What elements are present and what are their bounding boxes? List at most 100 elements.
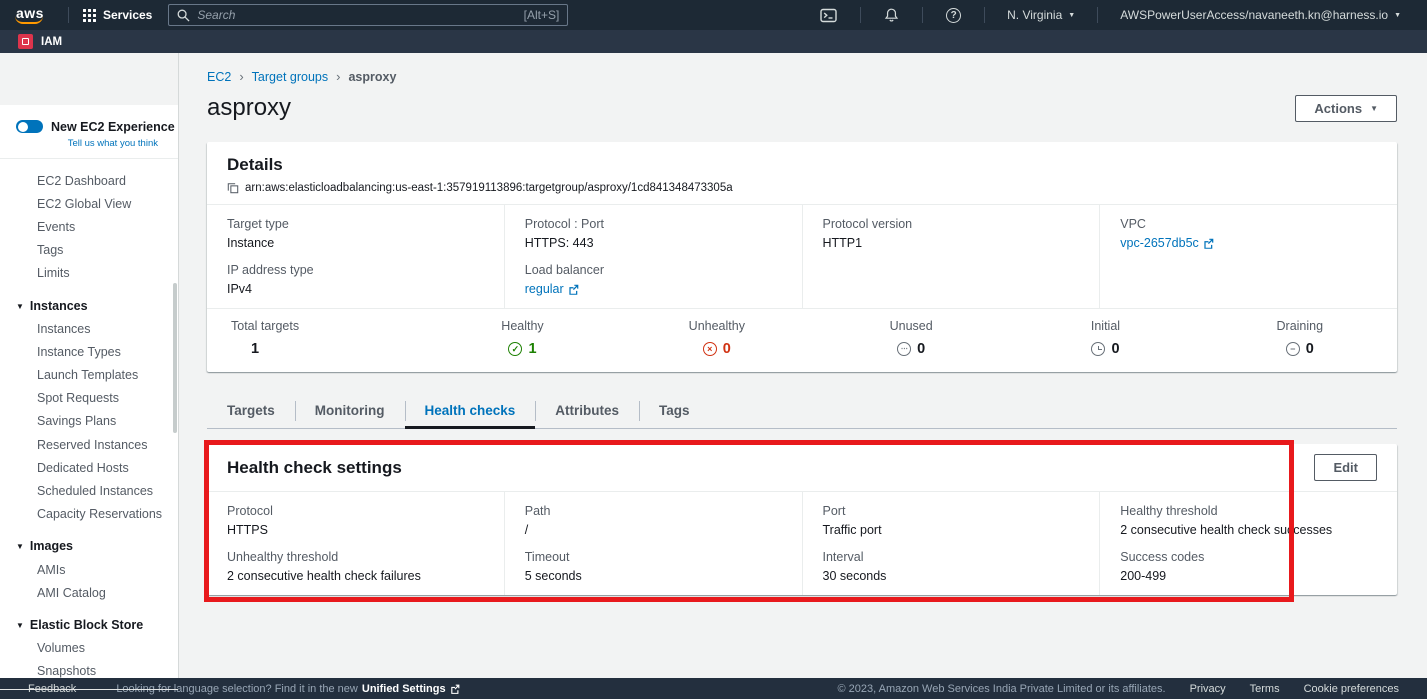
field-label: VPC bbox=[1120, 217, 1377, 231]
sidebar-item-volumes[interactable]: Volumes bbox=[0, 637, 178, 660]
search-shortcut-hint: [Alt+S] bbox=[524, 8, 560, 22]
sidebar-item-ec2-global-view[interactable]: EC2 Global View bbox=[0, 192, 178, 215]
unhealthy-label: Unhealthy bbox=[689, 319, 745, 333]
new-ec2-experience-toggle[interactable] bbox=[16, 120, 43, 133]
tab-targets[interactable]: Targets bbox=[207, 394, 295, 429]
new-ec2-experience-label: New EC2 Experience bbox=[51, 120, 175, 134]
help-icon: ? bbox=[946, 8, 961, 23]
account-menu[interactable]: AWSPowerUserAccess/navaneeth.kn@harness.… bbox=[1108, 8, 1413, 22]
total-targets-value: 1 bbox=[251, 341, 259, 357]
sidebar-item-amis[interactable]: AMIs bbox=[0, 558, 178, 581]
total-targets-label: Total targets bbox=[231, 319, 299, 333]
unified-settings-label: Unified Settings bbox=[362, 683, 446, 695]
favorites-iam-link[interactable]: IAM bbox=[41, 36, 62, 48]
field-label: Success codes bbox=[1120, 550, 1377, 564]
sidebar-item-tags[interactable]: Tags bbox=[0, 239, 178, 262]
sidebar-item-dedicated-hosts[interactable]: Dedicated Hosts bbox=[0, 456, 178, 479]
initial-value: 0 bbox=[1111, 341, 1119, 357]
vpc-link[interactable]: vpc-2657db5c bbox=[1120, 236, 1214, 250]
footer: Feedback Looking for language selection?… bbox=[0, 678, 1427, 699]
tab-attributes[interactable]: Attributes bbox=[535, 394, 639, 429]
healthy-check-icon: ✓ bbox=[508, 342, 522, 356]
breadcrumb-ec2[interactable]: EC2 bbox=[207, 70, 231, 84]
hc-unhealthy-threshold-value: 2 consecutive health check failures bbox=[227, 569, 484, 583]
tab-health-checks[interactable]: Health checks bbox=[405, 394, 536, 429]
breadcrumb-target-groups[interactable]: Target groups bbox=[252, 70, 328, 84]
sidebar-item-savings-plans[interactable]: Savings Plans bbox=[0, 410, 178, 433]
sidebar-item-launch-templates[interactable]: Launch Templates bbox=[0, 364, 178, 387]
sidebar-item-ami-catalog[interactable]: AMI Catalog bbox=[0, 581, 178, 604]
target-group-arn: arn:aws:elasticloadbalancing:us-east-1:3… bbox=[245, 182, 733, 194]
sidebar: New EC2 Experience Tell us what you thin… bbox=[0, 53, 179, 678]
sidebar-item-capacity-reservations[interactable]: Capacity Reservations bbox=[0, 503, 178, 526]
field-label: Port bbox=[823, 504, 1080, 518]
search-input[interactable] bbox=[197, 8, 523, 22]
hc-healthy-threshold-value: 2 consecutive health check successes bbox=[1120, 523, 1377, 537]
cookie-preferences-link[interactable]: Cookie preferences bbox=[1304, 683, 1399, 695]
unused-count: Unused ⋯0 bbox=[814, 319, 1008, 357]
services-menu-button[interactable]: Services bbox=[79, 8, 156, 22]
sidebar-section-elastic-block-store[interactable]: ▼Elastic Block Store bbox=[0, 613, 178, 636]
sidebar-scrollbar[interactable] bbox=[173, 283, 177, 433]
health-check-settings-title: Health check settings bbox=[227, 458, 402, 478]
copy-icon[interactable] bbox=[227, 182, 239, 194]
sidebar-item-ec2-dashboard[interactable]: EC2 Dashboard bbox=[0, 169, 178, 192]
sidebar-item-instances[interactable]: Instances bbox=[0, 317, 178, 340]
ip-address-type-value: IPv4 bbox=[227, 282, 484, 296]
sidebar-item-limits[interactable]: Limits bbox=[0, 262, 178, 285]
region-selector[interactable]: N. Virginia ▼ bbox=[995, 8, 1087, 22]
details-grid: Target typeInstance IP address typeIPv4 … bbox=[207, 205, 1397, 308]
draining-value: 0 bbox=[1306, 341, 1314, 357]
load-balancer-link[interactable]: regular bbox=[525, 282, 579, 296]
tell-us-link[interactable]: Tell us what you think bbox=[51, 138, 175, 149]
search-icon bbox=[177, 9, 190, 22]
sidebar-item-snapshots[interactable]: Snapshots bbox=[0, 660, 178, 683]
terms-link[interactable]: Terms bbox=[1250, 683, 1280, 695]
sidebar-section-instances[interactable]: ▼Instances bbox=[0, 294, 178, 317]
hc-path-value: / bbox=[525, 523, 782, 537]
sidebar-bottom-spacer bbox=[0, 689, 178, 690]
global-search[interactable]: [Alt+S] bbox=[168, 4, 568, 26]
unhealthy-value: 0 bbox=[723, 341, 731, 357]
draining-count: Draining −0 bbox=[1203, 319, 1397, 357]
page-title: asproxy bbox=[207, 94, 291, 122]
unused-value: 0 bbox=[917, 341, 925, 357]
healthy-count: Healthy ✓1 bbox=[425, 319, 619, 357]
cloudshell-button[interactable] bbox=[807, 8, 850, 23]
services-label: Services bbox=[103, 8, 152, 22]
sidebar-item-instance-types[interactable]: Instance Types bbox=[0, 340, 178, 363]
draining-label: Draining bbox=[1277, 319, 1324, 333]
unified-settings-link[interactable]: Unified Settings bbox=[362, 683, 460, 695]
external-link-icon bbox=[450, 684, 460, 694]
details-title: Details bbox=[227, 155, 1377, 175]
privacy-link[interactable]: Privacy bbox=[1190, 683, 1226, 695]
edit-button[interactable]: Edit bbox=[1314, 454, 1377, 481]
nav-divider bbox=[984, 7, 985, 23]
external-link-icon bbox=[1203, 238, 1214, 249]
sidebar-section-images[interactable]: ▼Images bbox=[0, 535, 178, 558]
field-label: Unhealthy threshold bbox=[227, 550, 484, 564]
aws-logo[interactable]: aws bbox=[12, 5, 48, 25]
notifications-button[interactable] bbox=[871, 7, 912, 23]
detail-tabs: Targets Monitoring Health checks Attribu… bbox=[207, 394, 1397, 429]
unused-label: Unused bbox=[890, 319, 933, 333]
breadcrumb-separator-icon: › bbox=[336, 69, 340, 84]
tab-monitoring[interactable]: Monitoring bbox=[295, 394, 405, 429]
healthy-value: 1 bbox=[528, 341, 536, 357]
sidebar-item-reserved-instances[interactable]: Reserved Instances bbox=[0, 433, 178, 456]
field-label: Load balancer bbox=[525, 263, 782, 277]
sidebar-item-events[interactable]: Events bbox=[0, 215, 178, 238]
tab-tags[interactable]: Tags bbox=[639, 394, 710, 429]
sidebar-nav: EC2 Dashboard EC2 Global View Events Tag… bbox=[0, 159, 178, 689]
sidebar-item-spot-requests[interactable]: Spot Requests bbox=[0, 387, 178, 410]
field-label: IP address type bbox=[227, 263, 484, 277]
hc-timeout-value: 5 seconds bbox=[525, 569, 782, 583]
nav-divider bbox=[922, 7, 923, 23]
help-button[interactable]: ? bbox=[933, 8, 974, 23]
notifications-bell-icon bbox=[884, 7, 899, 23]
field-label: Protocol version bbox=[823, 217, 1080, 231]
actions-button[interactable]: Actions ▼ bbox=[1295, 95, 1397, 122]
caret-down-icon: ▼ bbox=[16, 302, 24, 311]
sidebar-item-scheduled-instances[interactable]: Scheduled Instances bbox=[0, 479, 178, 502]
vpc-value: vpc-2657db5c bbox=[1120, 236, 1199, 250]
